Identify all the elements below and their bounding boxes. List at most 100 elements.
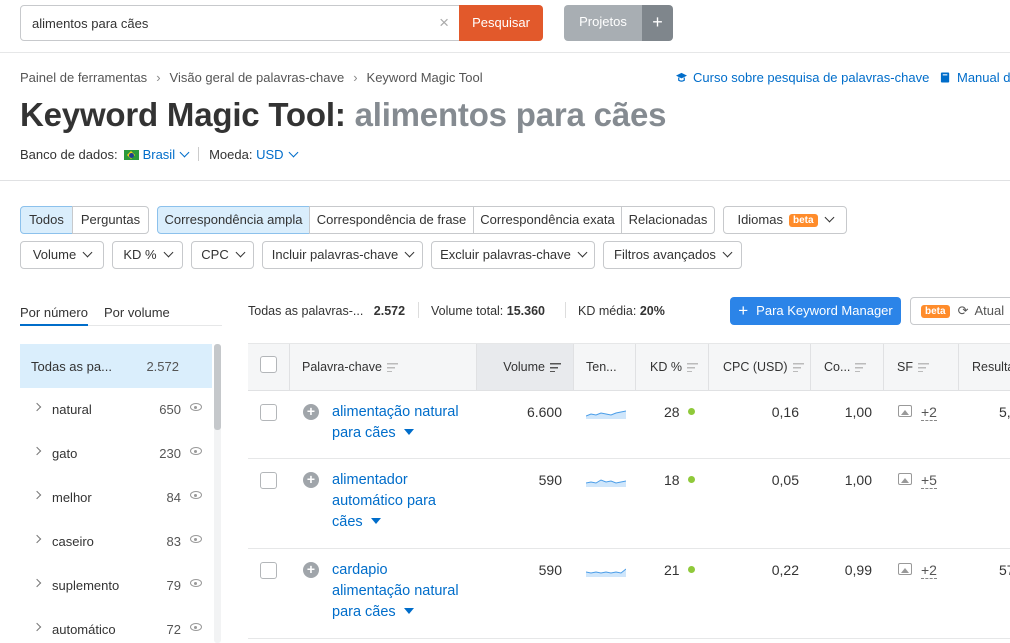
- beta-badge: beta: [921, 305, 950, 318]
- chevron-right-icon[interactable]: [32, 534, 42, 544]
- column-competition[interactable]: Co...: [811, 344, 884, 390]
- eye-icon[interactable]: [190, 535, 202, 543]
- filter-broad-match[interactable]: Correspondência ampla: [157, 206, 310, 234]
- group-item[interactable]: gato 230: [20, 432, 212, 476]
- chevron-down-icon: [163, 247, 174, 258]
- chevron-right-icon[interactable]: [32, 402, 42, 412]
- add-to-list-icon[interactable]: +: [303, 404, 319, 420]
- breadcrumb-separator: ›: [156, 70, 161, 85]
- chevron-right-icon[interactable]: [32, 490, 42, 500]
- filter-kd[interactable]: KD %: [112, 241, 183, 269]
- select-all-checkbox[interactable]: [260, 356, 277, 373]
- eye-icon[interactable]: [190, 403, 202, 411]
- update-metrics-button[interactable]: beta ⟳ Atual: [910, 297, 1010, 325]
- sort-icon: [792, 363, 804, 372]
- groups-scrollbar[interactable]: [214, 344, 221, 643]
- column-trend[interactable]: Ten...: [574, 344, 636, 390]
- manual-link[interactable]: Manual d: [940, 70, 1010, 85]
- eye-icon[interactable]: [190, 491, 202, 499]
- search-input[interactable]: alimentos para cães ×: [20, 5, 460, 41]
- volume-cell: 590: [538, 472, 562, 488]
- chevron-down-icon: [82, 247, 93, 258]
- table-row: + cardapio alimentação natural para cães 5…: [248, 549, 1010, 639]
- search-button[interactable]: Pesquisar: [459, 5, 543, 41]
- caret-down-icon[interactable]: [403, 429, 414, 435]
- database-select[interactable]: Brasil: [143, 147, 190, 162]
- filter-include-keywords[interactable]: Incluir palavras-chave: [262, 241, 423, 269]
- tab-by-number[interactable]: Por número: [20, 305, 88, 320]
- serp-features-cell[interactable]: +2: [898, 404, 937, 421]
- competition-cell: 0,99: [844, 562, 872, 578]
- filter-exclude-keywords[interactable]: Excluir palavras-chave: [431, 241, 595, 269]
- sort-icon: [550, 363, 561, 372]
- competition-cell: 1,00: [844, 472, 872, 488]
- group-item[interactable]: melhor 84: [20, 476, 212, 520]
- filter-related[interactable]: Relacionadas: [621, 206, 715, 234]
- row-checkbox[interactable]: [260, 404, 277, 421]
- graduation-cap-icon: [676, 72, 687, 82]
- chevron-down-icon: [824, 212, 834, 223]
- course-link[interactable]: Curso sobre pesquisa de palavras-chave: [676, 70, 929, 85]
- column-keyword[interactable]: Palavra-chave: [290, 344, 477, 390]
- search-input-value: alimentos para cães: [32, 16, 149, 31]
- keyword-manager-button[interactable]: + Para Keyword Manager: [730, 297, 901, 325]
- filter-advanced[interactable]: Filtros avançados: [603, 241, 742, 269]
- column-cpc[interactable]: CPC (USD): [709, 344, 811, 390]
- projects-button[interactable]: Projetos: [564, 5, 642, 41]
- filter-phrase-match[interactable]: Correspondência de frase: [309, 206, 474, 234]
- image-icon: [898, 405, 912, 417]
- sort-icon: [686, 363, 698, 372]
- column-kd[interactable]: KD %: [636, 344, 709, 390]
- brazil-flag-icon: [123, 150, 139, 160]
- section-divider: [0, 180, 1010, 181]
- clear-icon[interactable]: ×: [439, 13, 449, 33]
- chevron-down-icon: [577, 247, 588, 258]
- filter-volume[interactable]: Volume: [20, 241, 104, 269]
- eye-icon[interactable]: [190, 579, 202, 587]
- filter-cpc[interactable]: CPC: [191, 241, 254, 269]
- group-item[interactable]: automático 72: [20, 608, 212, 643]
- column-results[interactable]: Resulta: [959, 344, 1010, 390]
- group-item[interactable]: caseiro 83: [20, 520, 212, 564]
- beta-badge: beta: [788, 214, 818, 227]
- sort-icon: [386, 363, 398, 372]
- caret-down-icon[interactable]: [370, 518, 381, 524]
- summary-avg-kd: KD média: 20%: [578, 304, 665, 318]
- group-item[interactable]: suplemento 79: [20, 564, 212, 608]
- breadcrumb-separator: ›: [353, 70, 358, 85]
- add-project-button[interactable]: +: [642, 5, 673, 41]
- filter-languages[interactable]: Idiomas beta: [723, 206, 847, 234]
- breadcrumb-item-dashboard[interactable]: Painel de ferramentas: [20, 70, 147, 85]
- keyword-link[interactable]: alimentação natural para cães: [332, 402, 482, 444]
- filter-todos[interactable]: Todos: [20, 206, 73, 234]
- eye-icon[interactable]: [190, 447, 202, 455]
- currency-select[interactable]: USD: [256, 147, 298, 162]
- add-to-list-icon[interactable]: +: [303, 472, 319, 488]
- tab-by-volume[interactable]: Por volume: [104, 305, 170, 320]
- caret-down-icon[interactable]: [403, 608, 414, 614]
- add-to-list-icon[interactable]: +: [303, 562, 319, 578]
- group-all-keywords[interactable]: Todas as pa... 2.572: [20, 344, 212, 388]
- keyword-link[interactable]: cardapio alimentação natural para cães: [332, 560, 482, 623]
- competition-cell: 1,00: [844, 404, 872, 420]
- chevron-down-icon: [722, 247, 733, 258]
- chevron-right-icon[interactable]: [32, 622, 42, 632]
- group-item[interactable]: natural 650: [20, 388, 212, 432]
- filter-perguntas[interactable]: Perguntas: [72, 206, 149, 234]
- table-row: + alimentação natural para cães 6.600 28 …: [248, 391, 1010, 459]
- kd-difficulty-dot: [687, 476, 695, 483]
- active-tab-underline: [20, 324, 88, 326]
- page-title-tool: Keyword Magic Tool:: [20, 96, 346, 133]
- keyword-link[interactable]: alimentador automático para cães: [332, 470, 482, 533]
- column-volume[interactable]: Volume: [477, 344, 574, 390]
- row-checkbox[interactable]: [260, 562, 277, 579]
- filter-exact-match[interactable]: Correspondência exata: [473, 206, 622, 234]
- serp-features-cell[interactable]: +2: [898, 562, 937, 579]
- eye-icon[interactable]: [190, 623, 202, 631]
- chevron-right-icon[interactable]: [32, 578, 42, 588]
- breadcrumb-item-overview[interactable]: Visão geral de palavras-chave: [170, 70, 345, 85]
- serp-features-cell[interactable]: +5: [898, 472, 937, 489]
- row-checkbox[interactable]: [260, 472, 277, 489]
- column-serp-features[interactable]: SF: [884, 344, 959, 390]
- chevron-right-icon[interactable]: [32, 446, 42, 456]
